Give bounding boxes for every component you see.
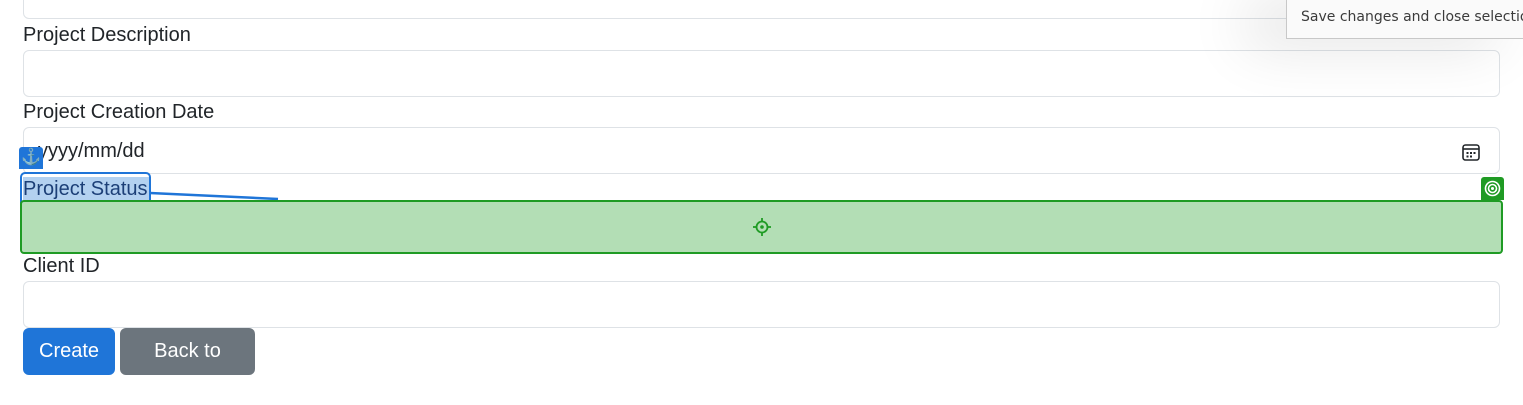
project-creation-date-label: Project Creation Date xyxy=(23,101,215,123)
target-icon xyxy=(1481,177,1504,200)
client-id-input[interactable] xyxy=(23,281,1500,328)
tooltip: Save changes and close selection xyxy=(1286,0,1523,39)
back-to-list-button[interactable]: Back to List xyxy=(120,328,255,405)
form-page: Project Description Project Creation Dat… xyxy=(0,0,1523,405)
calendar-icon[interactable] xyxy=(1461,142,1481,162)
project-creation-date-input[interactable]: yyyy/mm/dd xyxy=(23,127,1500,174)
project-description-input[interactable] xyxy=(23,50,1500,97)
date-placeholder: yyyy/mm/dd xyxy=(38,140,145,162)
client-id-label: Client ID xyxy=(23,255,100,277)
project-status-select-target[interactable] xyxy=(20,200,1503,254)
anchor-icon: ⚓ xyxy=(19,147,43,169)
create-button[interactable]: Create xyxy=(23,328,115,375)
project-name-input[interactable] xyxy=(23,0,1500,19)
crosshair-icon xyxy=(753,218,771,236)
project-description-label: Project Description xyxy=(23,24,191,46)
